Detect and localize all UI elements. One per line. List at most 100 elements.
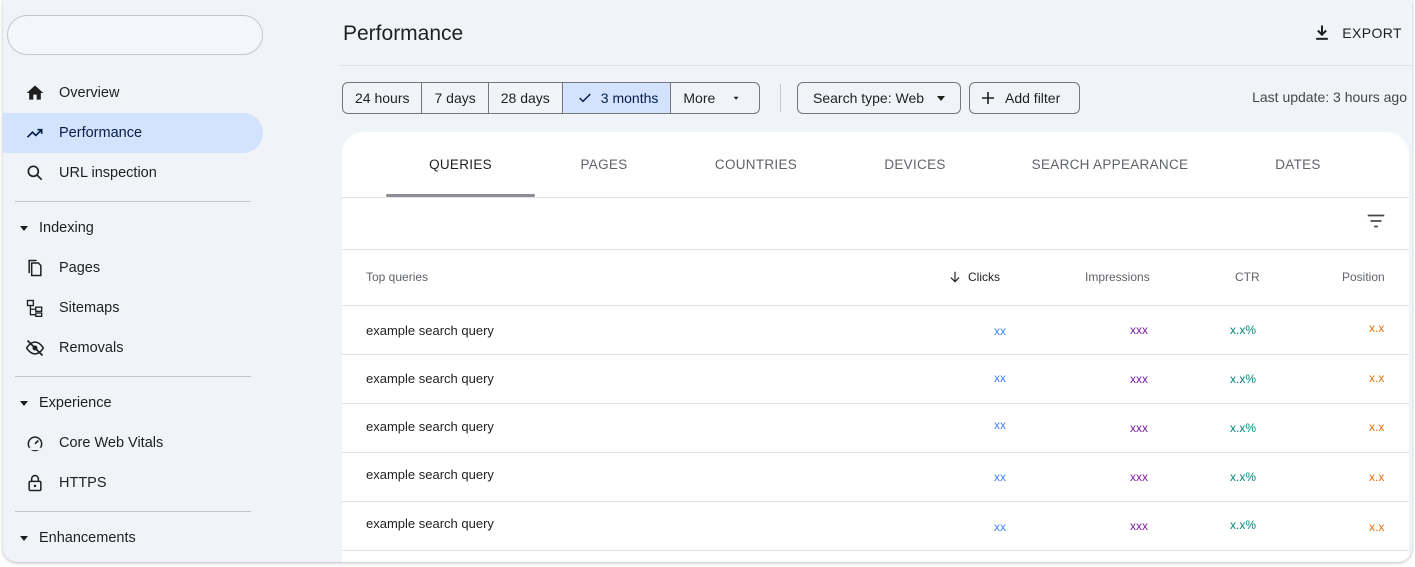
column-header-query[interactable]: Top queries [366, 270, 428, 284]
position-cell: x.x [1369, 420, 1385, 434]
caret-down-icon [937, 96, 946, 101]
tab-queries[interactable]: QUERIES [386, 132, 535, 196]
range-label: 28 days [500, 90, 550, 106]
section-label: Enhancements [39, 530, 136, 546]
sidebar-item-label: URL inspection [59, 165, 157, 181]
caret-down-icon [733, 96, 739, 100]
caret-down-icon [19, 223, 31, 233]
range-label: 24 hours [355, 90, 410, 106]
app-window: Overview Performance URL inspection Inde… [3, 0, 1412, 562]
position-cell: x.x [1369, 371, 1385, 385]
caret-down-icon [19, 533, 31, 543]
table-row[interactable]: example search query xx xxx x.x% x.x [342, 502, 1409, 550]
table-row[interactable]: example search query xx xxx x.x% x.x [342, 404, 1409, 452]
home-icon [25, 83, 45, 103]
date-range-selector: 24 hours 7 days 28 days 3 months More [342, 82, 761, 114]
sidebar-item-sitemaps[interactable]: Sitemaps [3, 288, 263, 328]
sidebar-item-overview[interactable]: Overview [3, 73, 263, 113]
row-divider [342, 550, 1409, 551]
eye-off-icon [25, 338, 45, 358]
position-cell: x.x [1369, 470, 1385, 484]
sidebar-item-url-inspection[interactable]: URL inspection [3, 153, 263, 193]
lock-icon [25, 473, 45, 493]
search-type-dropdown[interactable]: Search type: Web [797, 82, 961, 114]
sidebar-item-core-web-vitals[interactable]: Core Web Vitals [3, 423, 263, 463]
filter-list-icon[interactable] [1365, 210, 1387, 232]
query-cell: example search query [366, 419, 494, 434]
sidebar-divider [15, 201, 251, 202]
range-24-hours[interactable]: 24 hours [343, 83, 423, 113]
impressions-cell: xxx [1130, 421, 1148, 435]
column-header-impressions[interactable]: Impressions [1085, 270, 1150, 284]
impressions-cell: xxx [1130, 372, 1148, 386]
tab-dates[interactable]: DATES [1256, 132, 1340, 196]
clicks-cell: xx [994, 470, 1006, 484]
last-update-text: Last update: 3 hours ago [1252, 89, 1407, 105]
tab-devices[interactable]: DEVICES [870, 132, 960, 196]
sidebar: Overview Performance URL inspection Inde… [3, 0, 273, 562]
table-row[interactable]: example search query xx xxx x.x% x.x [342, 355, 1409, 403]
header-divider [339, 65, 1412, 66]
search-input[interactable] [7, 15, 263, 55]
sidebar-item-performance[interactable]: Performance [3, 113, 263, 153]
ctr-cell: x.x% [1230, 518, 1257, 532]
column-header-clicks[interactable]: Clicks [948, 270, 1000, 284]
range-7-days[interactable]: 7 days [422, 83, 489, 113]
caret-down-icon [19, 398, 31, 408]
range-3-months[interactable]: 3 months [562, 83, 672, 113]
range-more-dropdown[interactable]: More [671, 83, 759, 113]
query-cell: example search query [366, 516, 494, 531]
section-enhancements[interactable]: Enhancements [3, 523, 263, 553]
check-icon [578, 93, 591, 103]
section-experience[interactable]: Experience [3, 388, 263, 418]
download-icon [1316, 25, 1329, 40]
main-content: Performance EXPORT 24 hours 7 days 28 da… [339, 0, 1412, 562]
dimension-tabs: QUERIES PAGES COUNTRIES DEVICES SEARCH A… [342, 132, 1409, 197]
toolbar-separator [780, 84, 781, 112]
sitemap-icon [25, 298, 45, 318]
section-indexing[interactable]: Indexing [3, 213, 263, 243]
sidebar-item-label: Performance [59, 125, 143, 141]
tab-pages[interactable]: PAGES [557, 132, 651, 196]
ctr-cell: x.x% [1230, 323, 1257, 337]
section-label: Experience [39, 395, 112, 411]
export-label: EXPORT [1342, 25, 1402, 41]
impressions-cell: xxx [1130, 519, 1148, 533]
sidebar-item-label: Core Web Vitals [59, 435, 164, 451]
sidebar-item-label: Pages [59, 260, 101, 276]
sidebar-item-label: Sitemaps [59, 300, 120, 316]
position-cell: x.x [1369, 520, 1385, 534]
filter-divider [342, 249, 1409, 250]
column-header-ctr[interactable]: CTR [1235, 270, 1260, 284]
impressions-cell: xxx [1130, 470, 1148, 484]
page-title: Performance [343, 22, 464, 45]
position-cell: x.x [1369, 321, 1385, 335]
arrow-down-icon [950, 271, 960, 283]
search-icon [25, 163, 45, 183]
sidebar-item-removals[interactable]: Removals [3, 328, 263, 368]
table-row[interactable]: example search query xx xxx x.x% x.x [342, 306, 1409, 354]
plus-icon [982, 92, 994, 104]
sidebar-item-label: Removals [59, 340, 124, 356]
clicks-cell: xx [994, 324, 1006, 338]
export-button[interactable]: EXPORT [1312, 22, 1402, 44]
clicks-cell: xx [994, 418, 1006, 432]
sidebar-item-label: Overview [59, 85, 120, 101]
sidebar-divider [15, 511, 251, 512]
tab-search-appearance[interactable]: SEARCH APPEARANCE [1022, 132, 1198, 196]
sidebar-item-label: HTTPS [59, 475, 107, 491]
gauge-icon [25, 433, 45, 453]
sidebar-item-https[interactable]: HTTPS [3, 463, 263, 503]
range-label: 3 months [600, 90, 659, 106]
sidebar-item-pages[interactable]: Pages [3, 248, 263, 288]
table-row[interactable]: example search query xx xxx x.x% x.x [342, 453, 1409, 501]
range-28-days[interactable]: 28 days [489, 83, 563, 113]
ctr-cell: x.x% [1230, 470, 1257, 484]
column-header-position[interactable]: Position [1342, 270, 1385, 284]
column-header-label: Clicks [968, 270, 1000, 284]
impressions-cell: xxx [1130, 323, 1148, 337]
tab-countries[interactable]: COUNTRIES [697, 132, 815, 196]
add-filter-label: Add filter [1005, 90, 1061, 106]
add-filter-button[interactable]: Add filter [969, 82, 1080, 114]
results-card: QUERIES PAGES COUNTRIES DEVICES SEARCH A… [342, 132, 1409, 562]
